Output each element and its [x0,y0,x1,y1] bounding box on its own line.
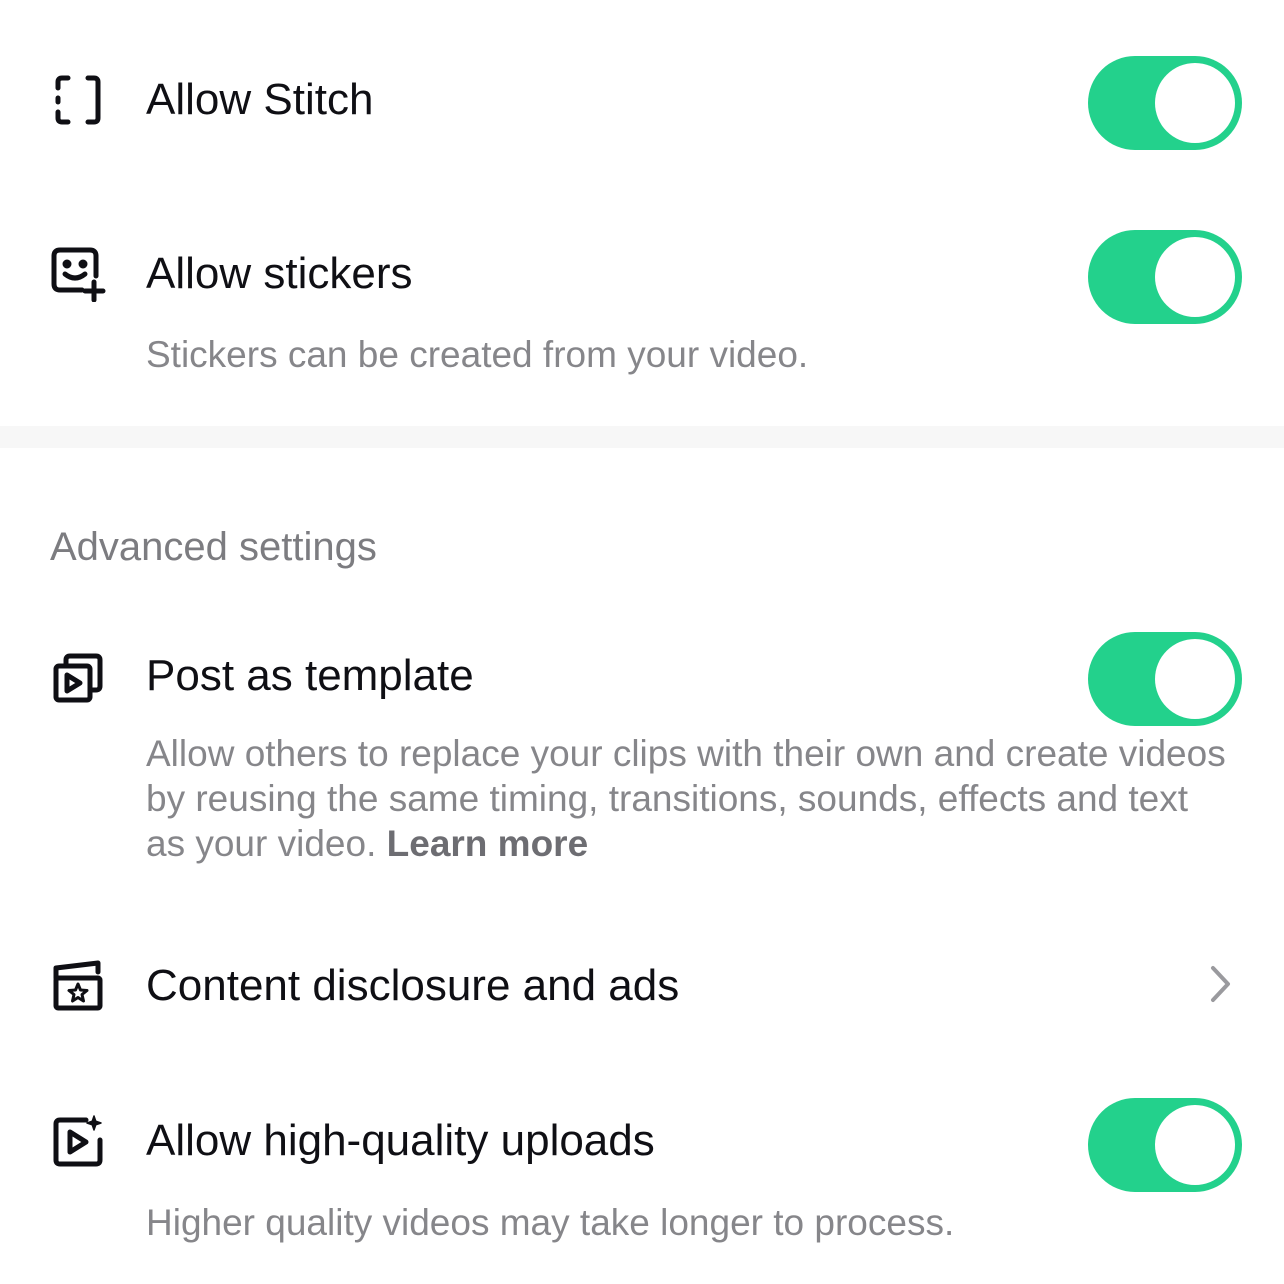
allow-stickers-description: Stickers can be created from your video. [146,334,809,375]
allow-stitch-toggle[interactable] [1088,56,1242,150]
advanced-settings-heading: Advanced settings [50,525,377,569]
toggle-knob [1155,1105,1235,1185]
post-as-template-label: Post as template [146,651,474,700]
setting-row-allow-stickers: Allow stickers Stickers can be created f… [0,200,1284,426]
hq-video-icon [50,1114,106,1170]
high-quality-uploads-toggle[interactable] [1088,1098,1242,1192]
toggle-knob [1155,63,1235,143]
allow-stickers-label: Allow stickers [146,249,413,298]
high-quality-uploads-description: Higher quality videos may take longer to… [146,1202,955,1243]
post-as-template-toggle[interactable] [1088,632,1242,726]
sticker-icon [50,246,106,302]
allow-stickers-toggle[interactable] [1088,230,1242,324]
setting-row-post-as-template: Post as template Allow others to replace… [0,620,1284,880]
setting-row-allow-stitch: Allow Stitch [0,0,1284,200]
high-quality-uploads-label: Allow high-quality uploads [146,1116,655,1165]
disclosure-icon [50,958,106,1014]
stitch-icon [50,72,106,128]
section-divider [0,426,1284,448]
learn-more-link[interactable]: Learn more [387,823,589,864]
allow-stitch-label: Allow Stitch [146,75,374,124]
content-disclosure-label: Content disclosure and ads [146,961,680,1010]
setting-row-high-quality-uploads: Allow high-quality uploads Higher qualit… [0,1090,1284,1284]
post-as-template-description-text: Allow others to replace your clips with … [146,733,1226,864]
toggle-knob [1155,639,1235,719]
post-as-template-description: Allow others to replace your clips with … [146,731,1226,866]
setting-row-content-disclosure[interactable]: Content disclosure and ads [0,930,1284,1040]
template-icon [50,650,106,706]
chevron-right-icon [1204,964,1236,1004]
toggle-knob [1155,237,1235,317]
